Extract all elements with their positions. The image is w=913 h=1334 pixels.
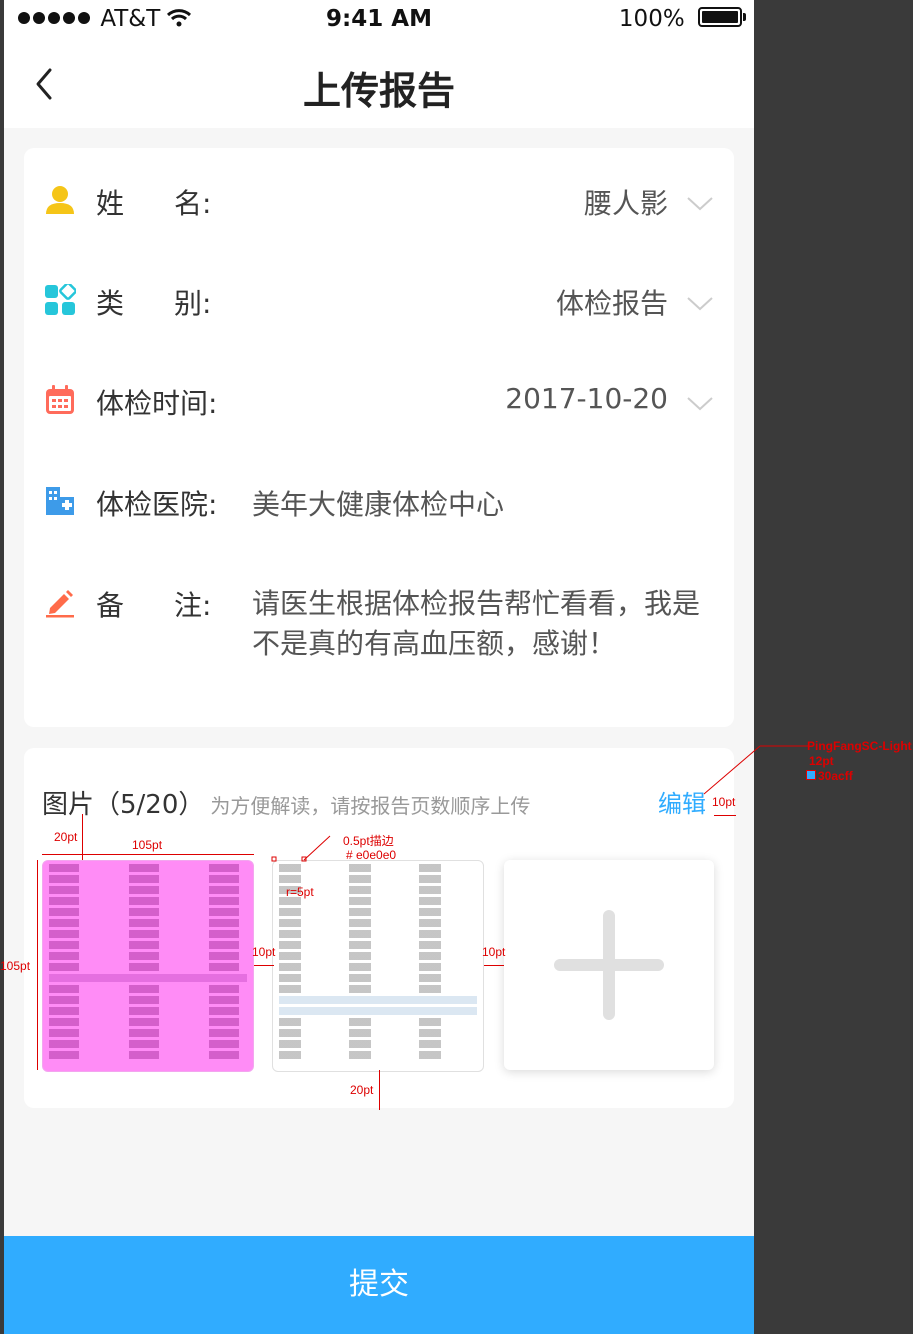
color-swatch [806, 770, 816, 780]
chevron-down-icon [687, 297, 713, 311]
margin-annotation: 20pt [54, 830, 78, 844]
report-form-card: 姓 名: 腰人影 类 别: 体检报告 体检时间: 2017-10-20 体检医院: … [24, 148, 734, 727]
edit-button[interactable]: 编辑 [658, 784, 706, 819]
user-icon [46, 186, 74, 214]
category-label-a: 类 [96, 287, 125, 320]
date-label: 体检时间: [96, 387, 218, 420]
submit-button[interactable]: 提交 [4, 1236, 754, 1334]
edit-pencil-icon [46, 590, 74, 618]
remark-row[interactable]: 备 注: 请医生根据体检报告帮忙看看，我是不是真的有高血压额，感谢！ [24, 572, 734, 672]
pictures-title: 图片（5/20） [42, 790, 205, 820]
bottom-margin-annotation: 20pt [350, 1083, 374, 1097]
pictures-card: 图片（5/20） 为方便解读，请按报告页数顺序上传 编辑 [24, 748, 734, 1108]
remark-label-a: 备 [96, 589, 125, 622]
size-annotation: 12pt [809, 754, 834, 768]
chevron-down-icon [687, 397, 713, 411]
chevron-down-icon [687, 197, 713, 211]
hospital-value: 美年大健康体检中心 [252, 488, 505, 521]
stroke-leader-line [271, 835, 331, 862]
hospital-icon [46, 487, 74, 515]
add-picture-button[interactable] [504, 860, 714, 1070]
name-label-b: 名: [174, 187, 212, 220]
name-label-a: 姓 [96, 187, 125, 220]
edit-margin-annotation: 10pt [712, 795, 736, 809]
phone-screen: AT&T 9:41 AM 100% 上传报告 姓 名: 腰人影 类 别: 体检报告… [4, 0, 754, 1334]
radius-annotation: r=5pt [286, 885, 314, 899]
remark-label-b: 注: [174, 589, 212, 622]
battery-percent: 100% [618, 6, 685, 32]
category-value: 体检报告 [555, 287, 668, 320]
battery-icon [698, 7, 746, 27]
color-annotation: 30acff [818, 769, 853, 783]
stroke-color-annotation: # e0e0e0 [346, 848, 397, 862]
page-title: 上传报告 [302, 69, 455, 113]
stroke-annotation: 0.5pt描边 [343, 834, 394, 848]
calendar-icon [46, 385, 74, 414]
pictures-hint: 为方便解读，请按报告页数顺序上传 [210, 794, 531, 818]
font-annotation: PingFangSC-Light [807, 739, 912, 753]
report-thumbnail[interactable] [42, 860, 254, 1072]
category-icon [45, 284, 76, 315]
status-bar: AT&T 9:41 AM 100% [4, 0, 754, 40]
gap-annotation-left: 10pt [252, 945, 276, 959]
height-annotation: 105pt [0, 959, 31, 973]
remark-value[interactable]: 请医生根据体检报告帮忙看看，我是不是真的有高血压额，感谢！ [252, 584, 712, 664]
hospital-row[interactable]: 体检医院: 美年大健康体检中心 [24, 471, 734, 531]
nav-bar: 上传报告 [4, 40, 754, 128]
date-row[interactable]: 体检时间: 2017-10-20 [24, 370, 734, 430]
name-value: 腰人影 [583, 187, 668, 220]
date-value: 2017-10-20 [505, 382, 668, 415]
width-annotation: 105pt [132, 838, 163, 852]
category-label-b: 别: [174, 287, 212, 320]
category-row[interactable]: 类 别: 体检报告 [24, 270, 734, 330]
name-row[interactable]: 姓 名: 腰人影 [24, 170, 734, 230]
gap-annotation-right: 10pt [482, 945, 506, 959]
hospital-label: 体检医院: [96, 488, 218, 521]
